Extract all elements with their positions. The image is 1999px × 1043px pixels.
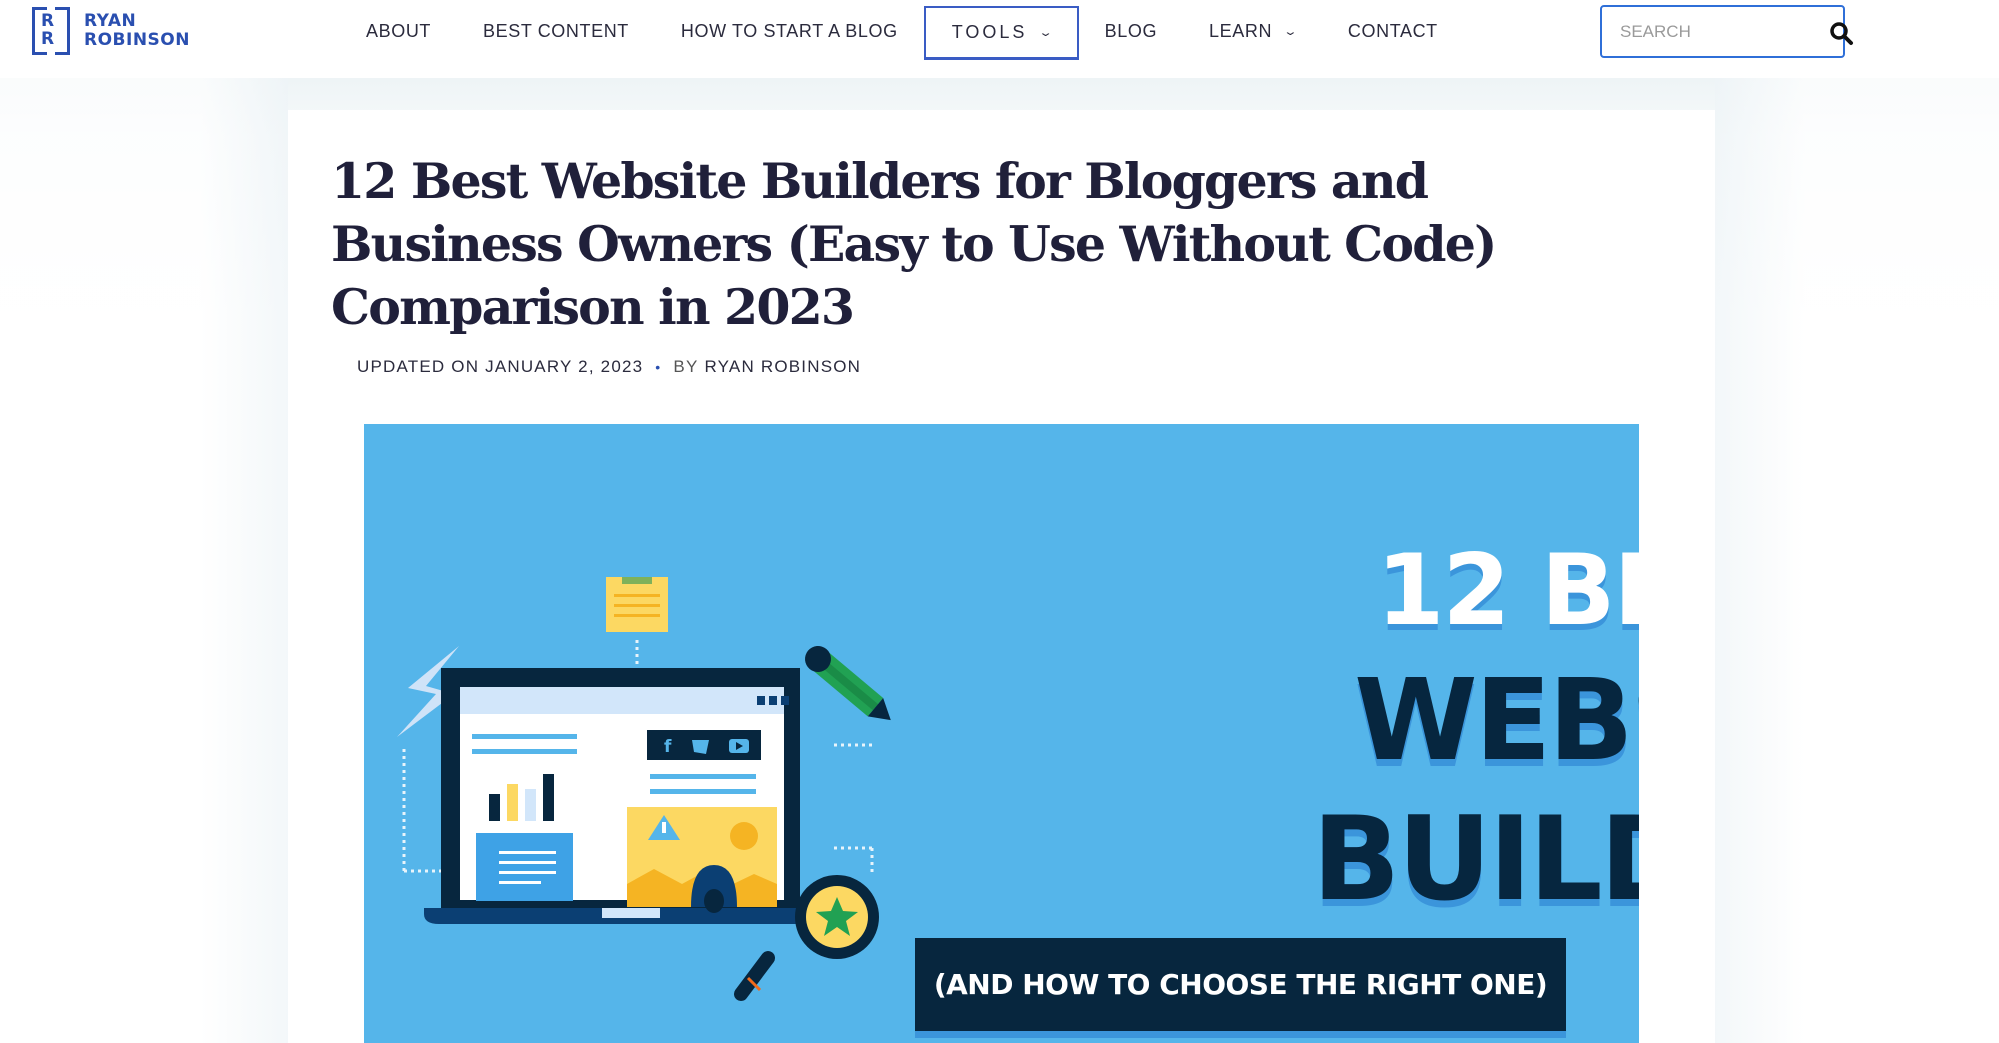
left-gutter	[0, 78, 288, 1043]
updated-date: UPDATED ON JANUARY 2, 2023	[357, 357, 644, 376]
author-link[interactable]: RYAN ROBINSON	[704, 357, 861, 377]
search-icon	[1830, 22, 1853, 45]
featured-image: f 12 B WEB BUIL (AND HOW TO CHOOSE THE R…	[364, 424, 1639, 1043]
article-title: 12 Best Website Builders for Bloggers an…	[331, 152, 1497, 336]
main-nav: ABOUT BEST CONTENT HOW TO START A BLOG T…	[340, 0, 1464, 62]
hero-subtitle-band: (AND HOW TO CHOOSE THE RIGHT ONE)	[915, 938, 1566, 1031]
sticky-note-icon	[606, 577, 668, 632]
nav-item-about[interactable]: ABOUT	[340, 4, 457, 58]
by-label: BY	[673, 357, 699, 376]
nav-item-blog[interactable]: BLOG	[1079, 4, 1183, 58]
nav-item-best-content[interactable]: BEST CONTENT	[457, 4, 655, 58]
nav-item-how-to-start-a-blog[interactable]: HOW TO START A BLOG	[655, 4, 924, 58]
search-box	[1600, 5, 1845, 58]
hero-subtitle: (AND HOW TO CHOOSE THE RIGHT ONE)	[933, 968, 1548, 1001]
logo-text: RYAN ROBINSON	[84, 11, 190, 50]
search-input[interactable]	[1602, 21, 1802, 42]
hero-line-2: WEBSITE	[1354, 656, 1639, 786]
right-gutter	[1715, 78, 1999, 1043]
article-meta: UPDATED ON JANUARY 2, 2023 • BY RYAN ROB…	[357, 357, 861, 377]
site-header: R R RYAN ROBINSON ABOUT BEST CONTENT HOW…	[0, 0, 1999, 78]
hero-line-3: BUILDERS	[1311, 792, 1639, 927]
nav-item-tools[interactable]: TOOLS ⌄	[923, 6, 1079, 60]
chevron-down-icon: ⌄	[1283, 25, 1299, 38]
chevron-down-icon: ⌄	[1038, 27, 1054, 39]
laptop-icon: f	[424, 668, 816, 924]
site-logo[interactable]: R R RYAN ROBINSON	[30, 5, 190, 57]
nav-item-contact[interactable]: CONTACT	[1322, 4, 1464, 58]
pencil-icon	[805, 646, 891, 721]
logo-mark-icon: R R	[30, 5, 72, 57]
hero-line-1: 12 BEST	[1376, 534, 1639, 648]
nav-item-learn[interactable]: LEARN ⌄	[1183, 4, 1322, 58]
facebook-icon: f	[664, 737, 672, 757]
search-button[interactable]	[1828, 20, 1856, 48]
meta-separator: •	[655, 359, 662, 375]
